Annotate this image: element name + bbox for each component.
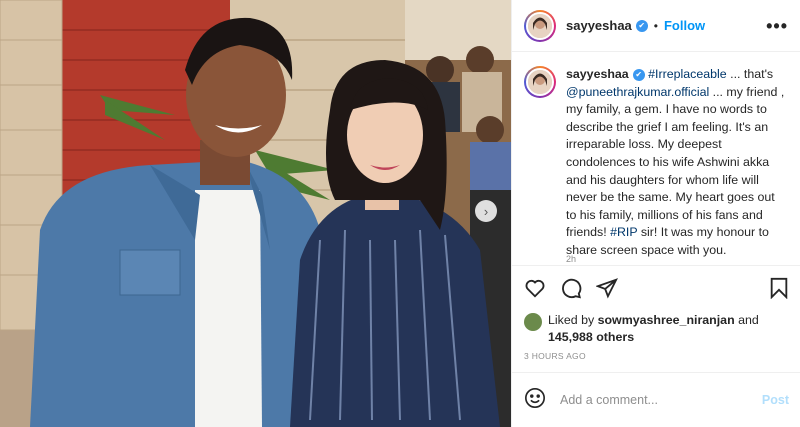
avatar[interactable] [524, 9, 556, 42]
likes-text: Liked by sowmyashree_niranjan and 145,98… [548, 312, 759, 346]
likes-middle: and [734, 313, 759, 327]
caption-segment: ... my friend , my family, a gem. I have… [566, 84, 785, 240]
heart-icon[interactable] [524, 277, 546, 304]
comment-icon[interactable] [560, 277, 582, 304]
separator-dot: • [653, 18, 658, 33]
caption-area: sayyeshaa ✔ #Irreplaceable ... that's @pu… [512, 52, 800, 264]
caption-time: 2h [566, 254, 577, 264]
post-header: sayyeshaa ✔ • Follow ••• [512, 0, 800, 52]
comment-bar: Add a comment... Post [512, 372, 800, 427]
follow-button[interactable]: Follow [664, 18, 705, 33]
avatar-image [526, 11, 554, 40]
caption-avatar[interactable] [524, 66, 556, 98]
caption-text: sayyeshaa ✔ #Irreplaceable ... that's @pu… [566, 66, 788, 264]
verified-icon: ✔ [632, 68, 645, 81]
likes-count[interactable]: 145,988 others [548, 330, 634, 344]
caption-username[interactable]: sayyeshaa [566, 67, 629, 81]
avatar-image [526, 68, 554, 96]
mention-link[interactable]: @puneethrajkumar.official [566, 85, 709, 99]
liker-username[interactable]: sowmyashree_niranjan [598, 313, 735, 327]
hashtag-link[interactable]: #RIP [610, 225, 637, 239]
comment-input[interactable]: Add a comment... [560, 393, 762, 407]
photo-illustration [0, 0, 511, 427]
caption-segment: ... that's [726, 67, 774, 81]
emoji-icon[interactable] [524, 387, 546, 414]
hashtag-link[interactable]: #Irreplaceable [648, 67, 727, 81]
header-username[interactable]: sayyeshaa [566, 18, 632, 33]
likes-prefix: Liked by [548, 313, 598, 327]
post-side-panel: sayyeshaa ✔ • Follow ••• sayyeshaa ✔ #Irr… [511, 0, 800, 427]
post-comment-button[interactable]: Post [762, 393, 789, 407]
bookmark-icon[interactable] [769, 277, 789, 304]
verified-icon: ✔ [635, 19, 648, 32]
post-photo[interactable]: › [0, 0, 511, 427]
action-bar [512, 265, 800, 305]
post-timestamp[interactable]: 3 HOURS AGO [524, 351, 586, 361]
liker-avatar[interactable] [524, 313, 542, 331]
share-icon[interactable] [595, 277, 618, 304]
carousel-next-icon[interactable]: › [475, 200, 497, 222]
likes-summary: Liked by sowmyashree_niranjan and 145,98… [524, 312, 794, 346]
more-icon[interactable]: ••• [766, 17, 788, 35]
